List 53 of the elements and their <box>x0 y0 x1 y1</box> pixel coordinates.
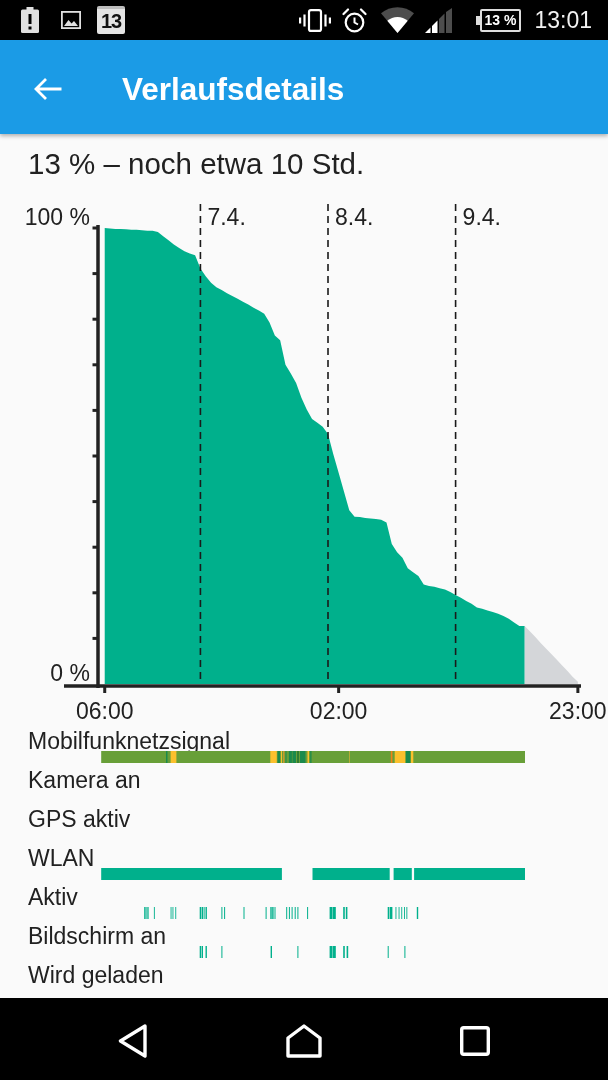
picture-icon <box>61 11 81 29</box>
wifi-icon <box>380 7 414 33</box>
awake-tick <box>329 907 336 919</box>
awake-tick <box>243 907 245 919</box>
screen-title: Verlaufsdetails <box>122 70 345 108</box>
square-icon[interactable] <box>460 1026 490 1056</box>
x-tick-label: 02:00 <box>309 698 368 724</box>
battery-summary: 13 % – noch etwa 10 Std. <box>27 146 366 182</box>
y-tick-label: 0 % <box>50 659 90 686</box>
date-label: 7.4. <box>207 204 246 230</box>
activity-label: Aktiv <box>28 887 78 907</box>
activity-label: WLAN <box>28 848 95 868</box>
screen-on-tick <box>270 946 272 958</box>
screen-on-tick <box>329 946 336 958</box>
screen-on-tick <box>297 946 299 958</box>
phone-vibrate-icon <box>298 8 331 32</box>
activity-label: Kamera an <box>28 770 141 790</box>
awake-tick <box>286 907 299 919</box>
y-tick-label: 100 % <box>24 203 90 230</box>
house-icon[interactable] <box>286 1024 322 1058</box>
awake-tick <box>144 907 149 919</box>
screen-on-tick <box>205 946 207 958</box>
calendar-date: 13 <box>97 6 125 34</box>
clock-time: 13:01 <box>534 7 592 33</box>
screen-on-tick <box>387 946 389 958</box>
wifi-on-bar <box>393 868 412 880</box>
screen-on-tick <box>343 946 349 958</box>
date-label: 8.4. <box>335 204 374 230</box>
awake-tick <box>221 907 226 919</box>
screen-on-tick <box>221 946 223 958</box>
triangle-icon[interactable] <box>118 1024 148 1058</box>
awake-tick <box>199 907 207 919</box>
left-arrow-icon[interactable] <box>33 77 63 101</box>
x-tick-label: 23:00 <box>549 698 607 724</box>
awake-tick <box>416 907 419 919</box>
signal-bars-icon <box>424 7 452 33</box>
awake-tick <box>343 907 348 919</box>
awake-tick <box>265 907 267 919</box>
activity-label: Mobilfunknetzsignal <box>28 731 230 751</box>
awake-tick <box>270 907 276 919</box>
date-label: 9.4. <box>462 204 501 230</box>
alarm-clock-icon <box>341 7 367 33</box>
awake-tick <box>170 907 177 919</box>
activity-label: Bildschirm an <box>28 926 167 946</box>
awake-tick <box>153 907 155 919</box>
activity-label: GPS aktiv <box>28 809 131 829</box>
screen-on-tick <box>199 946 203 958</box>
screen-on-tick <box>404 946 406 958</box>
battery-indicator: 13 % <box>475 8 522 32</box>
battery-exclamation-icon <box>21 7 39 33</box>
awake-tick <box>387 907 393 919</box>
x-tick-label: 06:00 <box>75 698 134 724</box>
awake-tick <box>307 907 309 919</box>
